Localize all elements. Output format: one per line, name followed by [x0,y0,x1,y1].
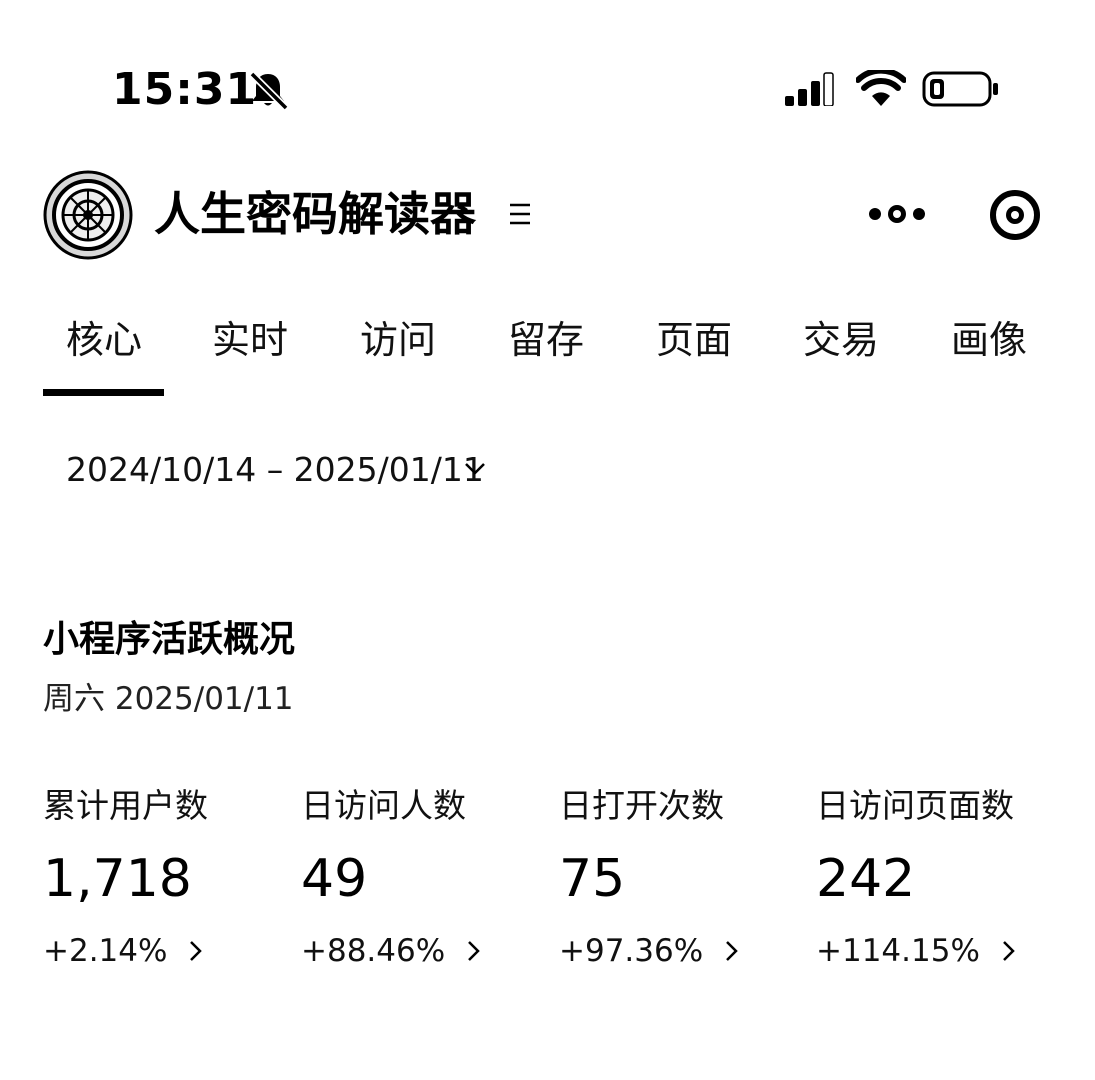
metric-change: +88.46% [301,933,446,969]
tab-pages[interactable]: 页面 [656,312,732,368]
tab-visits[interactable]: 访问 [360,312,436,368]
metric-label: 日访问人数 [301,786,466,825]
chevron-right-icon [1003,941,1015,961]
metric-value: 49 [301,849,368,909]
section-date: 周六 2025/01/11 [43,681,294,717]
metric-daily-page-views: 日访问页面数 242 +114.15% [816,780,1066,990]
menu-icon[interactable] [507,198,533,230]
chevron-right-icon [726,941,738,961]
tab-portrait[interactable]: 画像 [951,312,1027,368]
bell-off-icon [249,71,289,110]
wifi-icon [856,70,906,106]
chevron-right-icon [190,941,203,961]
chevron-right-icon [468,941,480,961]
metric-change: +2.14% [43,933,168,969]
metric-label: 日打开次数 [559,786,724,825]
section-title: 小程序活跃概况 [43,619,296,660]
metric-label: 累计用户数 [43,786,208,825]
metric-value: 1,718 [43,849,192,909]
metric-total-users: 累计用户数 1,718 +2.14% [43,780,293,990]
more-icon[interactable] [858,190,936,238]
metric-change: +97.36% [559,933,704,969]
metric-change-link[interactable]: +114.15% [816,928,1018,974]
metric-value: 242 [816,849,916,909]
battery-icon [922,71,998,107]
status-time: 15:31 [112,64,258,115]
metric-daily-opens: 日打开次数 75 +97.36% [559,780,809,990]
chevron-down-icon[interactable] [462,455,488,481]
metric-change-link[interactable]: +2.14% [43,928,205,974]
date-range-selector[interactable]: 2024/10/14 – 2025/01/11 [66,446,484,494]
metric-daily-visitors: 日访问人数 49 +88.46% [301,780,551,990]
tab-core[interactable]: 核心 [66,312,142,368]
tab-retention[interactable]: 留存 [508,312,584,368]
app-title: 人生密码解读器 [154,187,476,241]
signal-icon [785,72,834,106]
close-icon[interactable] [988,188,1042,242]
metric-change: +114.15% [816,933,980,969]
metric-change-link[interactable]: +88.46% [301,928,483,974]
tab-transactions[interactable]: 交易 [803,312,879,368]
metric-change-link[interactable]: +97.36% [559,928,741,974]
active-tab-indicator [43,389,164,396]
tab-realtime[interactable]: 实时 [212,312,288,368]
app-logo [43,170,133,260]
metric-value: 75 [559,849,626,909]
metric-label: 日访问页面数 [816,786,1014,825]
